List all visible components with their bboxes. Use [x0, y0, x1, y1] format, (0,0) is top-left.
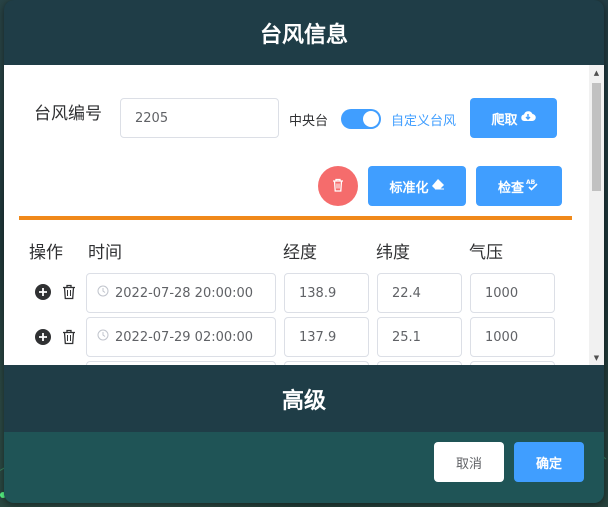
- clock-icon: [97, 285, 109, 301]
- scroll-up-arrow-icon[interactable]: ▲: [589, 65, 604, 80]
- col-header-time: 时间: [88, 243, 122, 263]
- time-value: 2022-07-29 02:00:00: [115, 329, 254, 345]
- dialog-footer: 取消 确定: [4, 432, 604, 503]
- trash-icon: [332, 177, 344, 196]
- section-divider: [19, 216, 572, 220]
- cloud-download-icon: [520, 110, 536, 126]
- confirm-button[interactable]: 确定: [514, 442, 584, 482]
- time-input[interactable]: 2022-07-29 02:00:00: [86, 317, 276, 357]
- time-input[interactable]: 2022-07-28 20:00:00: [86, 273, 276, 313]
- svg-text:AB: AB: [526, 179, 536, 186]
- col-header-pressure: 气压: [469, 243, 503, 263]
- typhoon-id-label: 台风编号: [34, 104, 102, 124]
- lat-input[interactable]: 22.4: [377, 273, 462, 313]
- advanced-section-header[interactable]: 高级: [4, 365, 604, 432]
- dialog-title: 台风信息: [4, 0, 604, 65]
- crawl-button[interactable]: 爬取: [470, 98, 557, 138]
- lat-input[interactable]: 25.1: [377, 317, 462, 357]
- scroll-down-arrow-icon[interactable]: ▼: [589, 350, 604, 365]
- typhoon-form-panel[interactable]: 台风编号 2205 中央台 自定义台风 爬取 标准化 检查 AB 操作 时间 经…: [4, 65, 604, 365]
- col-header-lat: 纬度: [376, 243, 410, 263]
- lon-input[interactable]: 138.9: [284, 273, 369, 313]
- typhoon-info-dialog: 台风信息 台风编号 2205 中央台 自定义台风 爬取 标准化 检查 AB 操作…: [4, 0, 604, 503]
- col-header-lon: 经度: [283, 243, 317, 263]
- delete-row-icon[interactable]: [61, 283, 77, 301]
- col-header-action: 操作: [29, 243, 63, 263]
- delete-row-icon[interactable]: [61, 328, 77, 346]
- delete-all-button[interactable]: [318, 166, 358, 206]
- custom-typhoon-label: 自定义台风: [391, 114, 457, 129]
- eraser-icon: [431, 178, 445, 194]
- cancel-button[interactable]: 取消: [434, 442, 504, 482]
- add-row-icon[interactable]: [35, 329, 51, 345]
- add-row-icon[interactable]: [35, 284, 51, 300]
- lon-input[interactable]: 137.9: [284, 317, 369, 357]
- standardize-button-label: 标准化: [389, 180, 429, 196]
- check-button[interactable]: 检查 AB: [476, 166, 562, 206]
- clock-icon: [97, 329, 109, 345]
- spellcheck-icon: AB: [526, 178, 540, 195]
- switch-knob: [363, 111, 379, 127]
- source-label: 中央台: [289, 114, 329, 129]
- vertical-scrollbar[interactable]: ▲ ▼: [589, 65, 604, 365]
- standardize-button[interactable]: 标准化: [368, 166, 466, 206]
- scroll-thumb[interactable]: [592, 83, 601, 191]
- pressure-input[interactable]: 1000: [470, 273, 555, 313]
- pressure-input[interactable]: 1000: [470, 317, 555, 357]
- check-button-label: 检查: [497, 180, 524, 196]
- crawl-button-label: 爬取: [491, 112, 518, 128]
- time-value: 2022-07-28 20:00:00: [115, 285, 254, 301]
- typhoon-id-input[interactable]: 2205: [120, 98, 279, 138]
- source-toggle-switch[interactable]: [341, 109, 381, 129]
